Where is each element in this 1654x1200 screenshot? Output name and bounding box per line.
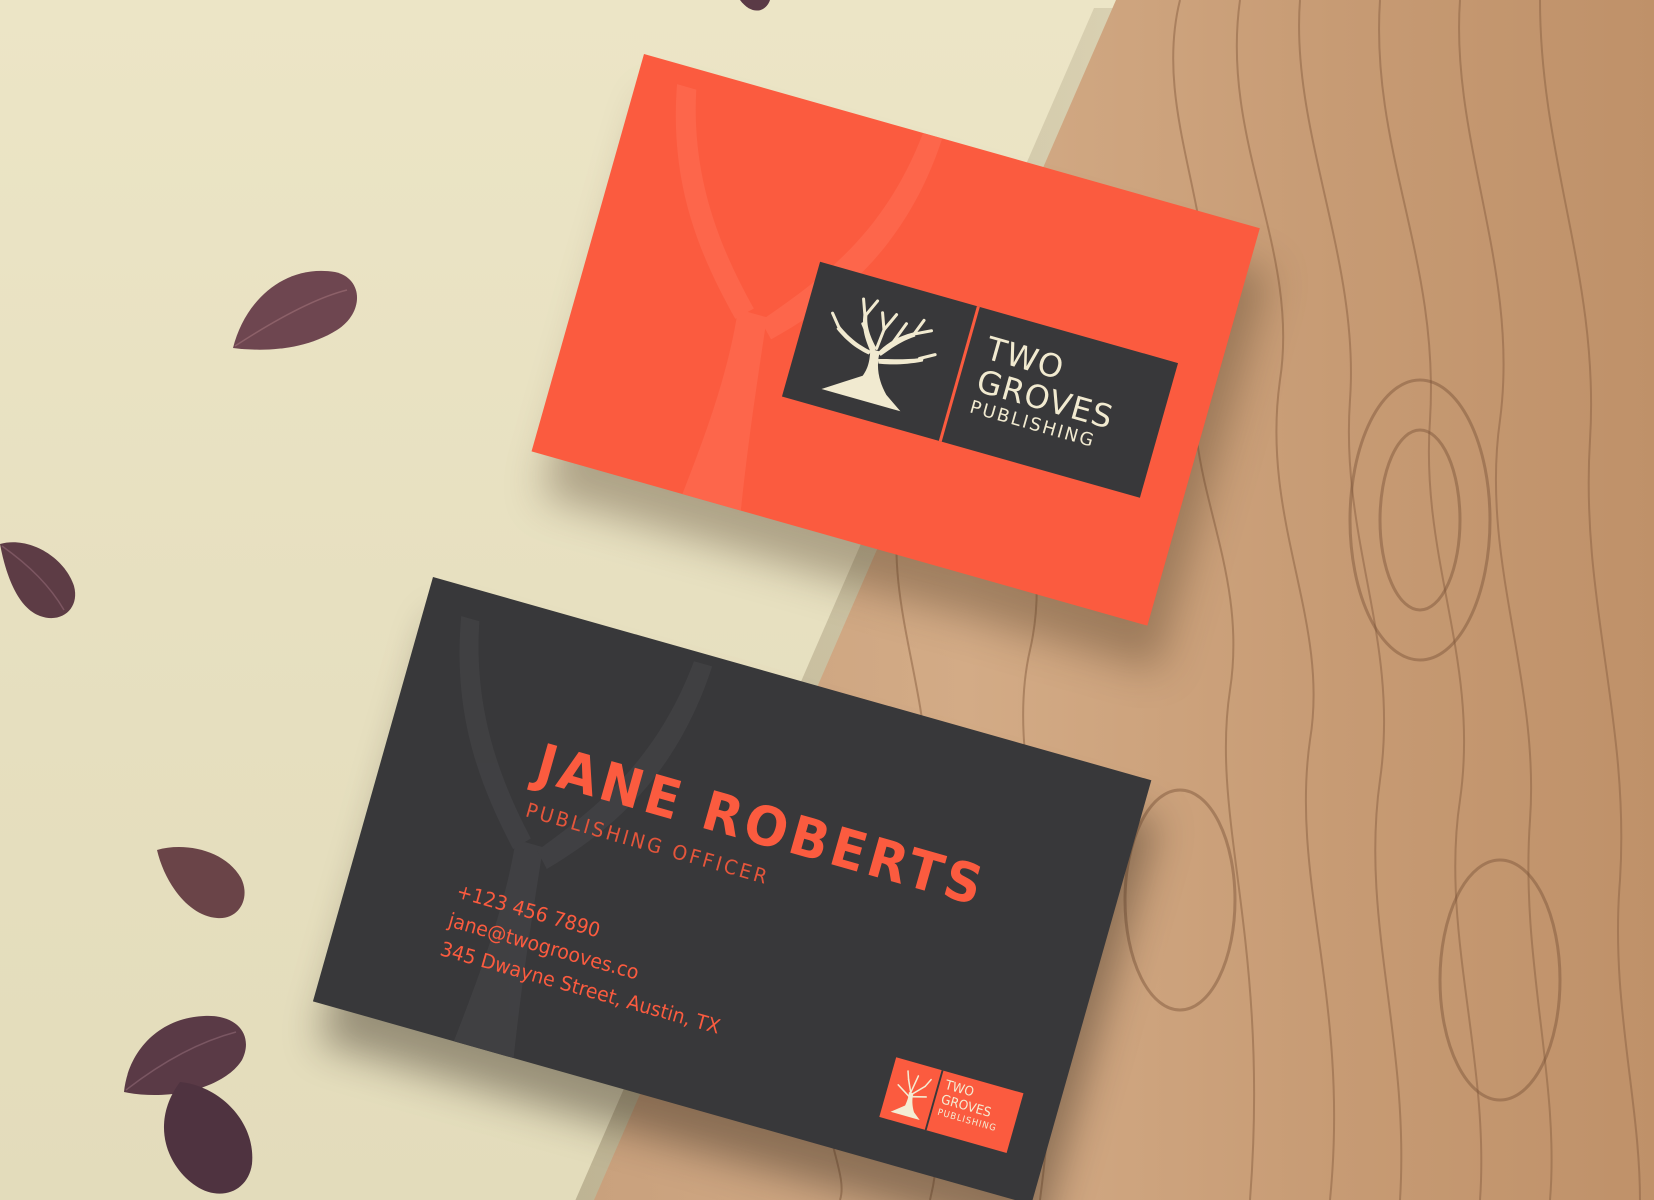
logo-wordmark: TWO GROVES PUBLISHING [967,329,1126,456]
petal-icon [740,0,770,11]
petal-icon [163,1082,253,1194]
tree-logo-icon [821,297,937,412]
scene: TWO GROVES PUBLISHING JANE ROBERTS PUBLI… [0,0,1654,1200]
petal-icon [157,847,245,919]
petal-icon [233,270,358,350]
mini-logo-block: TWO GROVES PUBLISHING [879,1057,1024,1153]
petal-icon [0,542,76,619]
mini-logo-wordmark: TWO GROVES PUBLISHING [936,1078,1006,1135]
